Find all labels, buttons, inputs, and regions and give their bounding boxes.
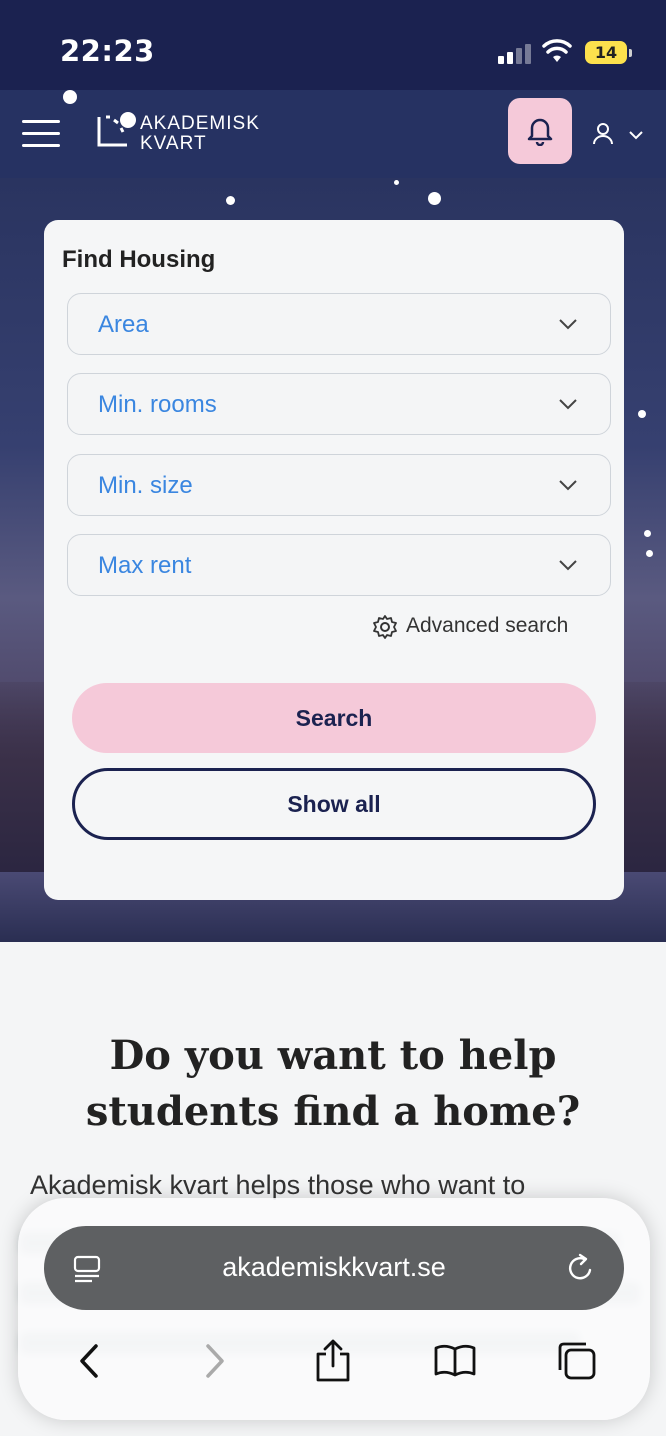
section-heading: Do you want to help students find a home… xyxy=(40,1028,626,1140)
select-label: Min. size xyxy=(98,472,193,499)
logo-text: AKADEMISK KVART xyxy=(140,114,260,154)
show-all-button[interactable]: Show all xyxy=(72,768,596,840)
status-bar: 22:23 14 xyxy=(0,0,666,90)
back-icon[interactable] xyxy=(68,1338,114,1384)
intro-paragraph: Akademisk kvart helps those who want to xyxy=(30,1170,526,1200)
chevron-down-icon xyxy=(559,319,577,330)
select-label: Max rent xyxy=(98,552,192,579)
logo-line1: AKADEMISK xyxy=(140,113,260,134)
status-time: 22:23 xyxy=(60,34,155,68)
chevron-down-icon xyxy=(559,480,577,491)
find-housing-card: Find Housing Area Min. rooms Min. size M… xyxy=(44,220,624,900)
battery-indicator: 14 xyxy=(585,41,632,64)
chevron-down-icon xyxy=(559,399,577,410)
reload-icon[interactable] xyxy=(566,1252,596,1284)
site-header: AKADEMISK KVART xyxy=(0,90,666,178)
heading-line2: students find a home? xyxy=(85,1088,581,1135)
forward-icon[interactable] xyxy=(190,1338,236,1384)
area-select[interactable]: Area xyxy=(67,293,611,355)
select-label: Area xyxy=(98,311,149,338)
tabs-icon[interactable] xyxy=(554,1338,600,1384)
url-text: akademiskkvart.se xyxy=(222,1252,446,1282)
heading-line1: Do you want to help xyxy=(109,1032,557,1079)
browser-toolbar: akademiskkvart.se xyxy=(18,1198,650,1420)
advanced-search-label: Advanced search xyxy=(406,614,569,637)
max-rent-select[interactable]: Max rent xyxy=(67,534,611,596)
card-title: Find Housing xyxy=(62,246,216,273)
bell-icon xyxy=(527,118,553,146)
logo-line2: KVART xyxy=(140,133,207,154)
search-button[interactable]: Search xyxy=(72,683,596,753)
min-size-select[interactable]: Min. size xyxy=(67,454,611,516)
share-icon[interactable] xyxy=(310,1338,356,1384)
min-rooms-select[interactable]: Min. rooms xyxy=(67,373,611,435)
wifi-icon xyxy=(542,39,572,62)
gear-icon xyxy=(373,615,397,639)
menu-icon[interactable] xyxy=(22,120,60,148)
user-icon xyxy=(593,123,613,145)
user-menu[interactable] xyxy=(590,118,650,150)
snowflake xyxy=(63,90,77,104)
select-label: Min. rooms xyxy=(98,391,217,418)
bookmarks-icon[interactable] xyxy=(432,1338,478,1384)
address-bar[interactable]: akademiskkvart.se xyxy=(44,1226,624,1310)
chevron-down-icon xyxy=(629,131,643,140)
chevron-down-icon xyxy=(559,560,577,571)
cellular-signal-icon xyxy=(498,42,532,64)
snowflake xyxy=(120,112,136,128)
notifications-button[interactable] xyxy=(508,98,572,164)
